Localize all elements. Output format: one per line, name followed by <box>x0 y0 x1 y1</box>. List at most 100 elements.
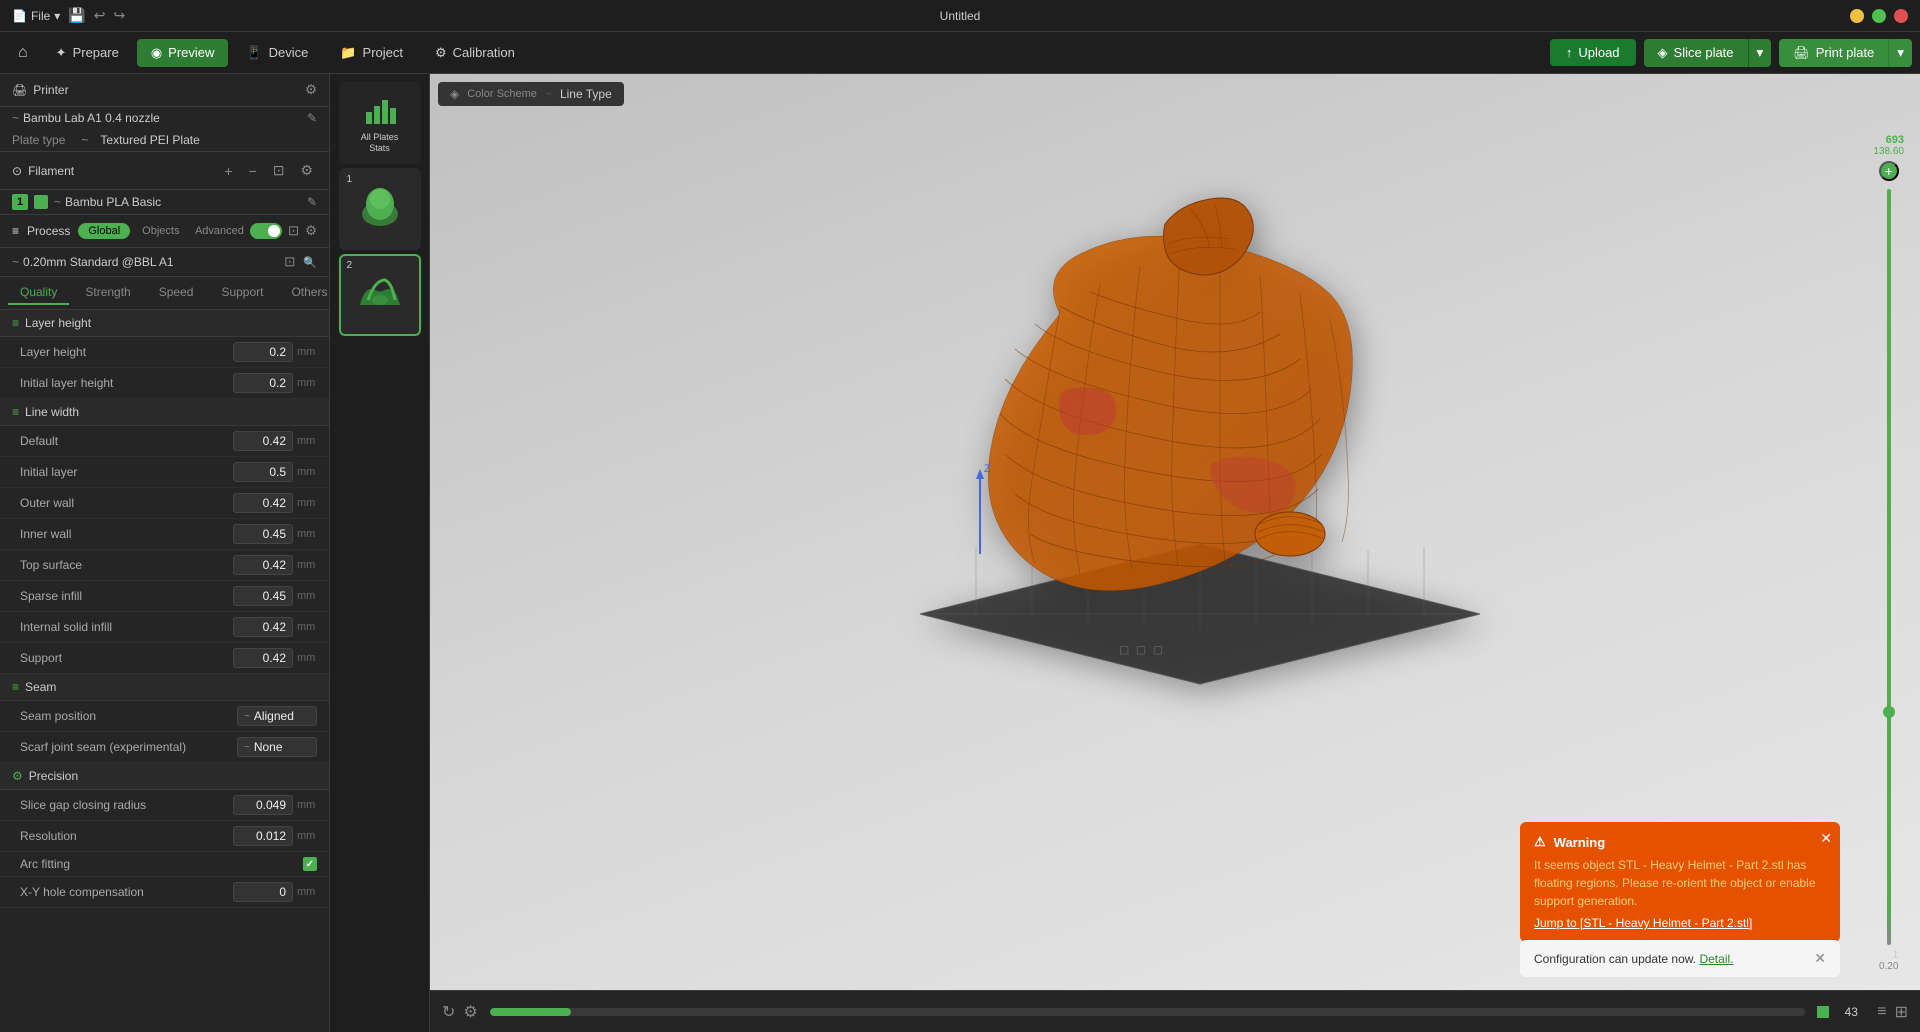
save-button[interactable]: 💾 <box>68 7 85 24</box>
tab-support[interactable]: Support <box>209 281 275 305</box>
arc-fitting-checkbox[interactable]: ✓ <box>303 857 317 871</box>
process-copy-button[interactable]: ⊡ <box>288 223 299 239</box>
thumbnail-all-plates[interactable]: All PlatesStats <box>339 82 421 164</box>
progress-fill <box>490 1008 572 1016</box>
default-input[interactable] <box>233 431 293 451</box>
preview-button[interactable]: ◉ Preview <box>137 39 229 67</box>
profile-search-button[interactable]: 🔍 <box>303 254 317 270</box>
process-settings-button[interactable]: ⚙ <box>305 223 317 239</box>
filament-remove-button[interactable]: − <box>245 161 261 181</box>
quality-tabs: Quality Strength Speed Support Others <box>0 277 329 310</box>
sparse-infill-unit: mm <box>297 590 317 602</box>
print-button[interactable]: 🖨 Print plate <box>1779 39 1888 67</box>
layer-height-unit: mm <box>297 346 317 358</box>
scale-plus-button[interactable]: + <box>1879 161 1899 181</box>
support-input[interactable] <box>233 648 293 668</box>
config-text: Configuration can update now. Detail. <box>1534 952 1733 966</box>
settings-icon-button[interactable]: ⚙ <box>463 1002 477 1022</box>
default-label: Default <box>20 434 233 448</box>
printer-settings-button[interactable]: ⚙ <box>305 82 317 98</box>
resolution-input[interactable] <box>233 826 293 846</box>
sparse-infill-input[interactable] <box>233 586 293 606</box>
rotate-icon-button[interactable]: ↻ <box>442 1002 455 1022</box>
filament-tilde: ~ <box>54 195 61 209</box>
layer-progress-bar[interactable] <box>490 1008 1806 1016</box>
tab-speed[interactable]: Speed <box>147 281 206 305</box>
undo-button[interactable]: ↩ <box>94 7 106 24</box>
warning-icon: ⚠ <box>1534 834 1546 850</box>
calibration-button[interactable]: ⚙ Calibration <box>421 39 529 67</box>
outer-wall-row: Outer wall mm <box>0 488 329 519</box>
print-dropdown-button[interactable]: ▾ <box>1888 39 1912 67</box>
internal-solid-infill-row: Internal solid infill mm <box>0 612 329 643</box>
tab-quality[interactable]: Quality <box>8 281 69 305</box>
objects-tab[interactable]: Objects <box>132 223 189 239</box>
filament-item-1[interactable]: 1 ~ Bambu PLA Basic ✎ <box>0 190 329 215</box>
slice-dropdown-button[interactable]: ▾ <box>1748 39 1772 67</box>
home-button[interactable]: ⌂ <box>8 38 38 68</box>
color-scheme-sep: ~ <box>545 87 552 101</box>
outer-wall-value-wrap: mm <box>233 493 317 513</box>
minimize-button[interactable] <box>1850 9 1864 23</box>
close-button[interactable] <box>1894 9 1908 23</box>
global-tab[interactable]: Global <box>78 223 130 239</box>
thumbnail-plate-2[interactable]: 2 <box>339 254 421 336</box>
initial-layer-input[interactable] <box>233 462 293 482</box>
top-surface-input[interactable] <box>233 555 293 575</box>
maximize-button[interactable] <box>1872 9 1886 23</box>
filament-item-edit[interactable]: ✎ <box>307 195 317 209</box>
xy-hole-row: X-Y hole compensation mm <box>0 877 329 908</box>
prepare-button[interactable]: ✦ Prepare <box>42 39 133 67</box>
tab-others[interactable]: Others <box>279 281 330 305</box>
printer-edit-button[interactable]: ✎ <box>307 111 317 125</box>
warning-close-button[interactable]: ✕ <box>1820 830 1832 847</box>
view-icon-button[interactable]: ⊞ <box>1895 1002 1908 1022</box>
viewport[interactable]: ◈ Color Scheme ~ Line Type <box>430 74 1920 1032</box>
checkmark-icon: ✓ <box>306 859 314 870</box>
filament-add-button[interactable]: + <box>220 161 236 181</box>
precision-group-label: Precision <box>29 769 78 783</box>
slice-gap-input[interactable] <box>233 795 293 815</box>
thumbnail-plate-1[interactable]: 1 <box>339 168 421 250</box>
inner-wall-input[interactable] <box>233 524 293 544</box>
printer-title: 🖨 Printer <box>12 83 69 97</box>
scarf-joint-dropdown[interactable]: ~ None <box>237 737 317 757</box>
bottom-bar: ↻ ⚙ 43 ≡ ⊞ <box>430 990 1920 1032</box>
inner-wall-row: Inner wall mm <box>0 519 329 550</box>
profile-compare-button[interactable]: ⊡ <box>284 254 295 270</box>
warning-title: ⚠ Warning <box>1534 834 1826 850</box>
advanced-toggle[interactable] <box>250 223 282 239</box>
layer-height-input[interactable] <box>233 342 293 362</box>
upload-button[interactable]: ↑ Upload <box>1550 39 1636 66</box>
scale-top-sub: 138.60 <box>1873 146 1904 157</box>
initial-layer-height-input[interactable] <box>233 373 293 393</box>
warning-link[interactable]: Jump to [STL - Heavy Helmet - Part 2.stl… <box>1534 916 1826 930</box>
project-button[interactable]: 📁 Project <box>326 39 417 67</box>
filament-copy-button[interactable]: ⊡ <box>269 160 289 181</box>
slice-button[interactable]: ◈ Slice plate <box>1644 39 1748 67</box>
outer-wall-label: Outer wall <box>20 496 233 510</box>
redo-button[interactable]: ↪ <box>114 7 126 24</box>
internal-solid-infill-input[interactable] <box>233 617 293 637</box>
layers-icon-button[interactable]: ≡ <box>1877 1003 1886 1021</box>
device-button[interactable]: 📱 Device <box>232 39 322 67</box>
arc-fitting-checkbox-wrap[interactable]: ✓ <box>303 857 317 871</box>
prepare-icon: ✦ <box>56 45 67 61</box>
scarf-joint-label: Scarf joint seam (experimental) <box>20 740 237 754</box>
filament-settings-button[interactable]: ⚙ <box>296 160 317 181</box>
filament-controls: + − ⊡ ⚙ <box>220 160 317 181</box>
outer-wall-input[interactable] <box>233 493 293 513</box>
print-chevron-icon: ▾ <box>1897 45 1904 60</box>
printer-name: Bambu Lab A1 0.4 nozzle <box>23 111 307 125</box>
support-unit: mm <box>297 652 317 664</box>
config-detail-link[interactable]: Detail. <box>1699 952 1733 966</box>
warning-text: It seems object STL - Heavy Helmet - Par… <box>1534 856 1826 910</box>
tab-strength[interactable]: Strength <box>73 281 142 305</box>
seam-position-dropdown[interactable]: ~ Aligned <box>237 706 317 726</box>
printer-name-row[interactable]: ~ Bambu Lab A1 0.4 nozzle ✎ <box>0 107 329 129</box>
config-close-button[interactable]: ✕ <box>1814 950 1826 967</box>
initial-layer-height-row: Initial layer height mm <box>0 368 329 399</box>
scale-slider-handle[interactable] <box>1883 706 1895 718</box>
xy-hole-input[interactable] <box>233 882 293 902</box>
file-menu[interactable]: 📄 Untitled File ▾ <box>12 9 60 23</box>
